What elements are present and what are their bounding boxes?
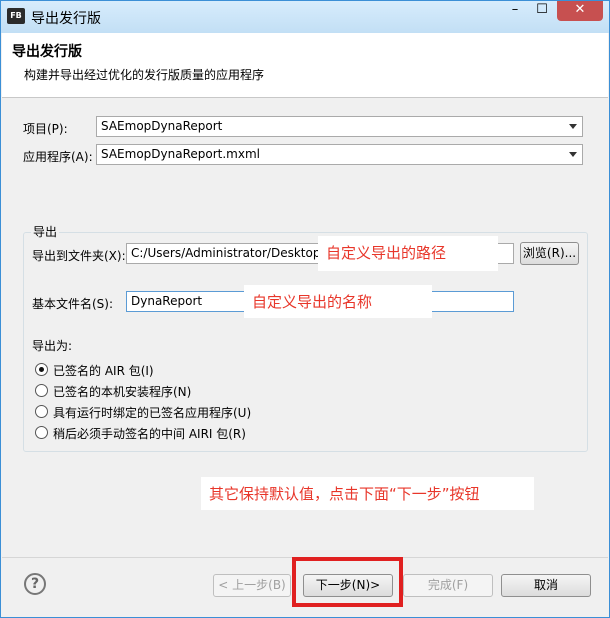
flash-builder-app-icon: FB [7,8,25,24]
title-bar: FB 导出发行版 – ☐ ✕ [1,1,609,33]
export-group-legend: 导出 [31,223,60,240]
export-release-dialog: FB 导出发行版 – ☐ ✕ 导出发行版 构建并导出经过优化的发行版质量的应用程… [0,0,610,618]
application-select-value: SAEmopDynaReport.mxml [101,147,260,161]
finish-button[interactable]: 完成(F) [403,574,493,597]
radio-label: 稍后必须手动签名的中间 AIRI 包(R) [53,427,246,441]
back-button[interactable]: < 上一步(B) [213,574,291,597]
maximize-button[interactable]: ☐ [529,1,555,21]
annotation-instruction-note: 其它保持默认值，点击下面“下一步”按钮 [201,477,534,510]
minimize-button[interactable]: – [501,1,529,21]
wizard-title: 导出发行版 [12,44,82,60]
radio-label: 具有运行时绑定的已签名应用程序(U) [53,406,252,420]
help-icon[interactable]: ? [24,573,46,595]
wizard-description: 构建并导出经过优化的发行版质量的应用程序 [24,68,265,82]
radio-button[interactable] [35,405,48,418]
radio-button[interactable] [35,384,48,397]
export-folder-label: 导出到文件夹(X): [32,249,126,263]
annotation-path-note: 自定义导出的路径 [318,236,498,271]
radio-label: 已签名的 AIR 包(I) [53,364,154,378]
radio-label: 已签名的本机安装程序(N) [53,385,192,399]
application-select[interactable]: SAEmopDynaReport.mxml [96,144,583,165]
window-title: 导出发行版 [31,11,101,27]
radio-button[interactable] [35,363,48,376]
next-button-highlight [292,557,403,607]
wizard-header: 导出发行版 构建并导出经过优化的发行版质量的应用程序 [2,33,608,98]
radio-button[interactable] [35,426,48,439]
chevron-down-icon [569,152,577,157]
browse-button[interactable]: 浏览(R)... [520,242,579,265]
annotation-name-note: 自定义导出的名称 [244,285,432,318]
cancel-button[interactable]: 取消 [501,574,591,597]
project-select-value: SAEmopDynaReport [101,119,223,133]
application-label: 应用程序(A): [23,150,93,164]
base-filename-label: 基本文件名(S): [32,297,114,311]
export-as-label: 导出为: [32,339,73,353]
chevron-down-icon [569,124,577,129]
project-label: 项目(P): [23,122,68,136]
project-select[interactable]: SAEmopDynaReport [96,116,583,137]
close-button[interactable]: ✕ [557,1,603,21]
